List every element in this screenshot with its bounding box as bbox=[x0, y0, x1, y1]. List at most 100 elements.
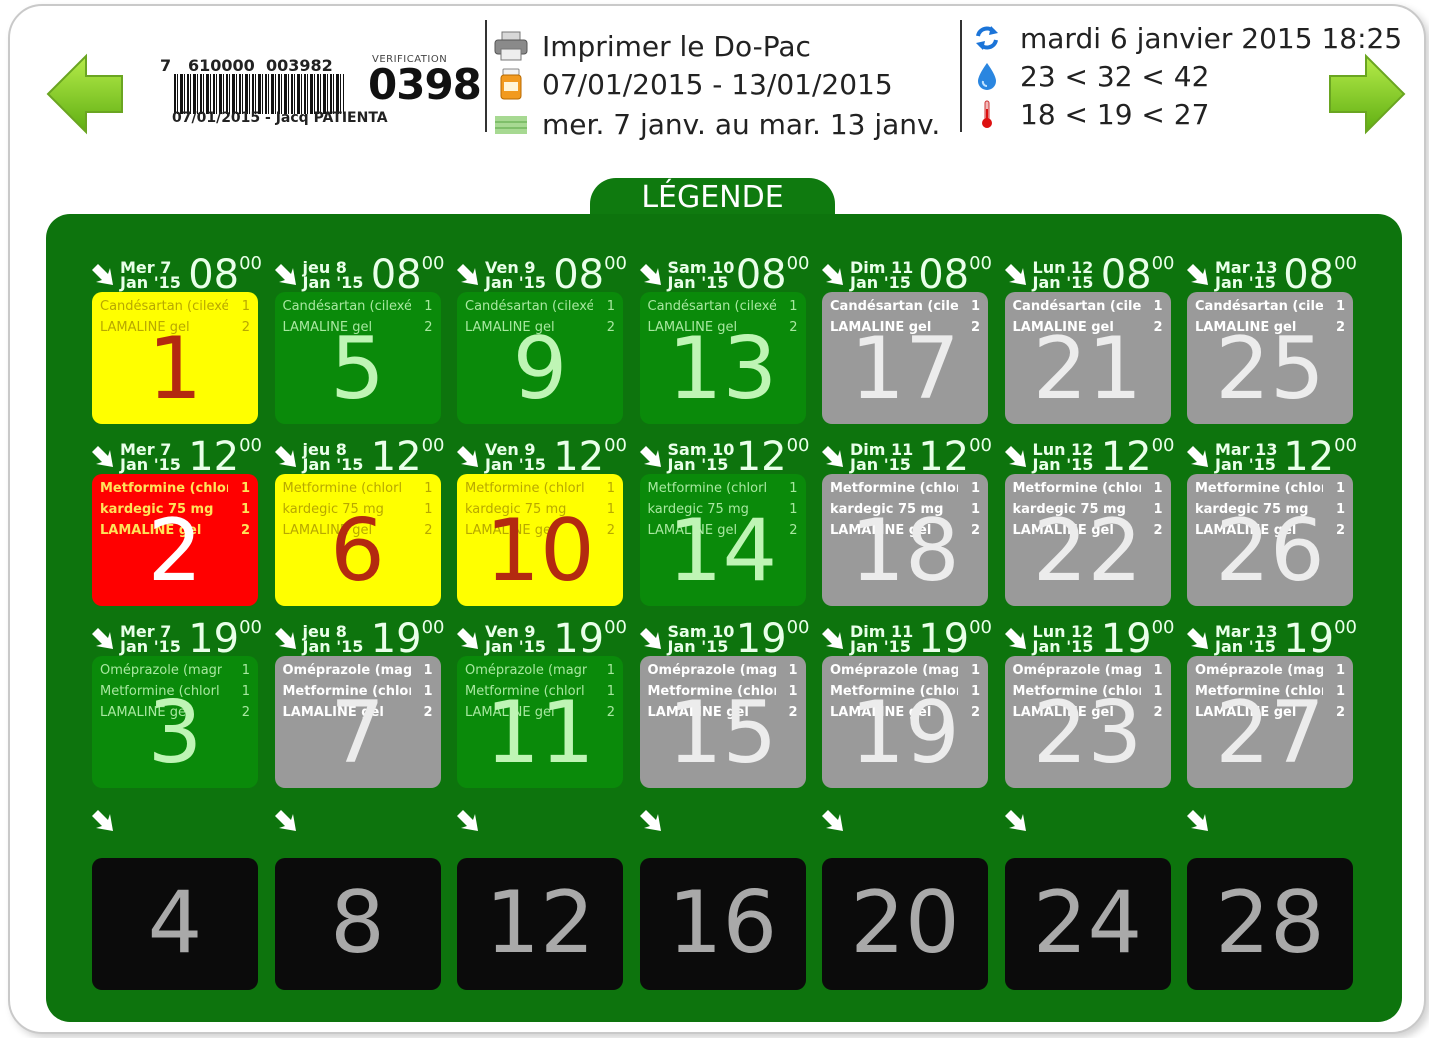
pill-slot[interactable]: 8 bbox=[274, 802, 445, 990]
pill-compartment-green[interactable]: Candésartan (cilexé 1 LAMALINE gel 2 5 bbox=[274, 292, 441, 424]
slot-header: Sam 10 Jan '15 0800 bbox=[639, 254, 810, 296]
previous-week-button[interactable] bbox=[44, 52, 124, 136]
pill-compartment-black[interactable]: 4 bbox=[92, 858, 258, 990]
pill-slot[interactable]: Ven 9 Jan '15 0800 Candésartan (cilexé 1 LAMA… bbox=[457, 254, 627, 424]
pill-slot[interactable]: 4 bbox=[92, 802, 262, 990]
pill-compartment-yellow[interactable]: Metformine (chlorl 1 kardegic 75 mg 1 LAMALI… bbox=[274, 474, 441, 606]
diagonal-arrow-icon bbox=[1187, 810, 1209, 832]
refresh-row[interactable]: mardi 6 janvier 2015 18:25 bbox=[972, 20, 1402, 56]
pill-compartment-gray[interactable]: Oméprazole (magr 1 Metformine (chlorl 1 LAMA… bbox=[1004, 656, 1171, 788]
water-drop-icon bbox=[972, 59, 1002, 93]
pill-slot[interactable]: Dim 11 Jan '15 1900 Oméprazole (magr 1 Metfor… bbox=[822, 618, 992, 788]
pill-slot[interactable]: Mer 7 Jan '15 1200 Metformine (chlorl 1 karde… bbox=[92, 436, 262, 606]
pill-compartment-green[interactable]: Candésartan (cilexé 1 LAMALINE gel 2 13 bbox=[639, 292, 806, 424]
humidity-row: 23 < 32 < 42 bbox=[972, 58, 1209, 94]
print-do-pac-button[interactable]: Imprimer le Do-Pac bbox=[492, 28, 811, 64]
pill-slot[interactable]: jeu 8 Jan '15 0800 Candésartan (cilexé 1 LAMA… bbox=[274, 254, 445, 424]
pill-slot[interactable]: 20 bbox=[822, 802, 992, 990]
compartment-number: 15 bbox=[667, 683, 778, 783]
barcode-block: 7 610000 003982 07/01/2015 - Jacq PATIEN… bbox=[160, 50, 482, 134]
pill-compartment-gray[interactable]: Candésartan (cilexé1LAMALINE gel221 bbox=[1004, 292, 1171, 424]
pill-slot[interactable]: Mer 7 Jan '15 0800 Candésartan (cilexé 1 LAMA… bbox=[92, 254, 262, 424]
pill-compartment-black[interactable]: 20 bbox=[822, 858, 988, 990]
pill-slot[interactable]: jeu 8 Jan '15 1200 Metformine (chlorl 1 karde… bbox=[274, 436, 445, 606]
slot-header: Mer 7 Jan '15 1200 bbox=[92, 436, 262, 478]
pill-compartment-gray[interactable]: Oméprazole (magr 1 Metformine (chlorl 1 LAMA… bbox=[639, 656, 806, 788]
pill-compartment-green[interactable]: Oméprazole (magr 1 Metformine (chlorl 1 LAMA… bbox=[92, 656, 258, 788]
pill-compartment-yellow[interactable]: Metformine (chlorl 1 kardegic 75 mg 1 LAMALI… bbox=[457, 474, 623, 606]
compartment-number: 9 bbox=[512, 319, 568, 419]
pill-compartment-green[interactable]: Candésartan (cilexé 1 LAMALINE gel 2 9 bbox=[457, 292, 623, 424]
pill-compartment-gray[interactable]: Oméprazole (magr 1 Metformine (chlorl 1 LAMA… bbox=[1187, 656, 1353, 788]
pill-compartment-gray[interactable]: Oméprazole (magr 1 Metformine (chlorl 1 LAMA… bbox=[274, 656, 441, 788]
pill-slot[interactable]: Sam 10 Jan '15 0800 Candésartan (cilexé 1 LAM… bbox=[639, 254, 810, 424]
slot-header bbox=[639, 802, 810, 838]
slot-month: Jan '15 bbox=[1032, 273, 1094, 292]
pill-slot[interactable]: Ven 9 Jan '15 1200 Metformine (chlorl 1 karde… bbox=[457, 436, 627, 606]
slot-hour: 0800 bbox=[735, 252, 810, 298]
compartment-number: 6 bbox=[330, 501, 385, 601]
pill-compartment-black[interactable]: 16 bbox=[639, 858, 806, 990]
pill-slot[interactable]: Lun 12 Jan '15 1200 Metformine (chlorl 1 kard… bbox=[1004, 436, 1175, 606]
pill-compartment-red[interactable]: Metformine (chlorl 1 kardegic 75 mg 1 LAMALI… bbox=[92, 474, 258, 606]
pill-slot[interactable]: Mar 13Jan '150800Candésartan (cilexé1LAM… bbox=[1187, 254, 1357, 424]
pill-compartment-black[interactable]: 8 bbox=[274, 858, 441, 990]
diagonal-arrow-icon bbox=[92, 628, 114, 650]
pill-compartment-green[interactable]: Oméprazole (magr 1 Metformine (chlorl 1 LAMA… bbox=[457, 656, 623, 788]
pill-compartment-yellow[interactable]: Candésartan (cilexé 1 LAMALINE gel 2 1 bbox=[92, 292, 258, 424]
medication-name: Oméprazole (magr bbox=[465, 663, 588, 678]
medication-quantity: 1 bbox=[1153, 663, 1163, 678]
slot-month: Jan '15 bbox=[120, 273, 181, 292]
compartment-number: 25 bbox=[1215, 319, 1325, 419]
pill-compartment-gray[interactable]: Metformine (chlorl 1 kardegic 75 mg 1 LAMALI… bbox=[1004, 474, 1171, 606]
pill-compartment-gray[interactable]: Oméprazole (magr 1 Metformine (chlorl 1 LAMA… bbox=[822, 656, 988, 788]
slot-month: Jan '15 bbox=[485, 455, 546, 474]
pill-compartment-gray[interactable]: Metformine (chlorl 1 kardegic 75 mg 1 LAMALI… bbox=[822, 474, 988, 606]
slot-minutes: 00 bbox=[786, 617, 810, 638]
pill-slot[interactable]: 12 bbox=[457, 802, 627, 990]
diagonal-arrow-icon bbox=[822, 628, 844, 650]
slot-hour: 1200 bbox=[188, 434, 262, 480]
medication-line: Oméprazole (magr 1 bbox=[1195, 660, 1345, 681]
pill-slot[interactable]: 24 bbox=[1004, 802, 1175, 990]
pill-slot[interactable]: 16 bbox=[639, 802, 810, 990]
slot-hour: 0800 bbox=[1100, 252, 1175, 298]
pill-slot[interactable]: Mar 13 Jan '15 1200 Metformine (chlorl 1 kard… bbox=[1187, 436, 1357, 606]
pill-compartment-gray[interactable]: Candésartan (cilexé1LAMALINE gel217 bbox=[822, 292, 988, 424]
compartment-number: 4 bbox=[147, 873, 203, 973]
pill-slot[interactable]: Sam 10 Jan '15 1200 Metformine (chlorl 1 kard… bbox=[639, 436, 810, 606]
medication-line: Oméprazole (magr 1 bbox=[830, 660, 980, 681]
medication-name: Oméprazole (magr bbox=[1012, 663, 1141, 678]
pill-compartment-gray[interactable]: Metformine (chlorl 1 kardegic 75 mg 1 LAMALI… bbox=[1187, 474, 1353, 606]
pill-compartment-black[interactable]: 28 bbox=[1187, 858, 1353, 990]
slot-hour: 0800 bbox=[918, 252, 992, 298]
medication-name: Candésartan (cilexé bbox=[465, 299, 593, 314]
pill-slot[interactable]: Sam 10 Jan '15 1900 Oméprazole (magr 1 Metfor… bbox=[639, 617, 810, 788]
pill-slot[interactable]: Mer 7 Jan '15 1900 Oméprazole (magr 1 Metform… bbox=[92, 618, 262, 788]
pill-compartment-black[interactable]: 24 bbox=[1004, 858, 1171, 990]
pill-slot[interactable]: Mar 13 Jan '15 1900 Oméprazole (magr 1 Metfor… bbox=[1187, 618, 1357, 788]
compartment-number: 11 bbox=[485, 683, 595, 783]
pill-slot[interactable]: 28 bbox=[1187, 802, 1357, 990]
pill-slot[interactable]: Lun 12Jan '150800Candésartan (cilexé1LAM… bbox=[1004, 252, 1175, 424]
slot-header: Mar 13 Jan '15 0800 bbox=[1187, 254, 1357, 296]
header-separator bbox=[485, 20, 487, 132]
slot-hour: 1900 bbox=[1283, 616, 1357, 662]
pill-slot[interactable]: Dim 11 Jan '15 1200 Metformine (chlorl 1 kard… bbox=[822, 436, 992, 606]
pill-slot[interactable]: Lun 12 Jan '15 1900 Oméprazole (magr 1 Metfor… bbox=[1004, 618, 1175, 788]
slot-header: Mar 13 Jan '15 1900 bbox=[1187, 618, 1357, 660]
medication-quantity: 1 bbox=[1335, 663, 1345, 678]
next-week-button[interactable] bbox=[1328, 52, 1408, 136]
refresh-icon bbox=[972, 21, 1002, 55]
medication-line: Metformine (chlorl 1 bbox=[100, 478, 250, 499]
diagonal-arrow-icon bbox=[92, 264, 114, 286]
medication-name: Candésartan (cilexé bbox=[830, 299, 958, 314]
pill-compartment-green[interactable]: Metformine (chlorl 1 kardegic 75 mg 1 LAMALI… bbox=[639, 474, 806, 606]
pill-compartment-black[interactable]: 12 bbox=[457, 858, 623, 990]
barcode-digits-mid: 610000 bbox=[188, 56, 255, 75]
pill-slot[interactable]: jeu 8 Jan '15 1900 Oméprazole (magr 1 Metform… bbox=[274, 618, 445, 788]
pill-slot[interactable]: Ven 9 Jan '15 1900 Oméprazole (magr 1 Metform… bbox=[457, 618, 627, 788]
medication-quantity: 1 bbox=[424, 481, 433, 496]
pill-compartment-gray[interactable]: Candésartan (cilexé1LAMALINE gel225 bbox=[1187, 292, 1353, 424]
pill-slot[interactable]: Dim 11Jan '150800Candésartan (cilexé1LAM… bbox=[822, 252, 992, 424]
